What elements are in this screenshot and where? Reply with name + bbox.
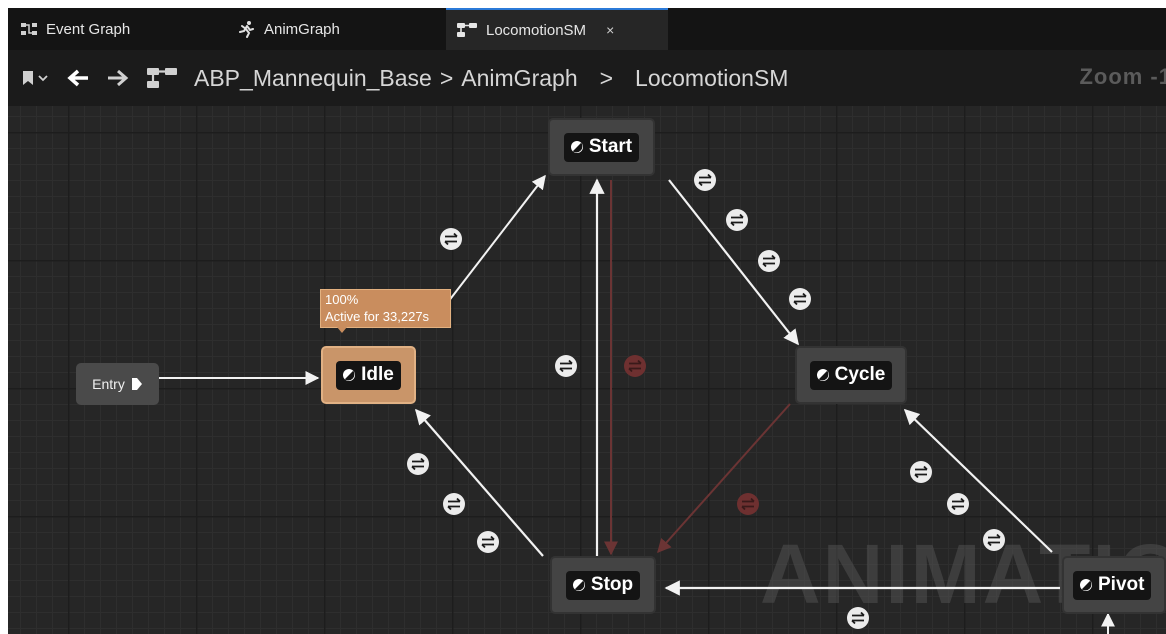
tab-label: AnimGraph <box>264 20 340 38</box>
state-label: Pivot <box>1098 573 1145 595</box>
state-label: Start <box>588 135 633 157</box>
breadcrumb: ABP_Mannequin_Base > AnimGraph > Locomot… <box>194 65 788 92</box>
transition-rule-icon[interactable] <box>693 168 717 192</box>
running-man-icon <box>239 21 254 38</box>
state-label: Stop <box>590 573 634 595</box>
state-label: Cycle <box>834 363 886 385</box>
cycle-to-stop-link <box>657 403 791 554</box>
breadcrumb-item[interactable]: AnimGraph <box>461 65 577 92</box>
transition-rule-icon[interactable] <box>406 452 430 476</box>
transition-rule-icon[interactable] <box>554 354 578 378</box>
active-duration: Active for 33,227s <box>325 309 430 324</box>
transition-rule-icon[interactable] <box>946 492 970 516</box>
transition-rule-icon[interactable] <box>788 287 812 311</box>
state-icon <box>816 368 829 381</box>
bookmark-menu-icon[interactable] <box>20 68 50 88</box>
state-node-idle[interactable]: Idle <box>321 346 416 404</box>
zoom-level: Zoom -1 <box>1079 64 1166 89</box>
back-arrow-icon[interactable] <box>66 68 90 88</box>
event-graph-icon <box>21 23 37 35</box>
close-tab-button[interactable]: × <box>606 22 614 38</box>
transition-rule-icon[interactable] <box>757 249 781 273</box>
state-node-stop[interactable]: Stop <box>550 556 656 614</box>
transition-rule-icon[interactable] <box>623 354 647 378</box>
breadcrumb-separator: > <box>599 64 614 91</box>
tab-bar: Event Graph AnimGraph LocomotionSM × <box>8 8 1166 50</box>
graph-canvas[interactable]: ANIMATION <box>8 106 1166 634</box>
state-machine-icon <box>147 68 177 88</box>
active-weight: 100% <box>325 292 359 307</box>
forward-arrow-icon[interactable] <box>106 68 130 88</box>
tab-animgraph[interactable]: AnimGraph <box>238 8 438 50</box>
state-node-start[interactable]: Start <box>548 118 655 176</box>
breadcrumb-item[interactable]: ABP_Mannequin_Base <box>194 65 432 92</box>
tab-event-graph[interactable]: Event Graph <box>18 8 218 50</box>
state-icon <box>572 578 585 591</box>
state-label: Idle <box>361 363 394 385</box>
transition-rule-icon[interactable] <box>439 227 463 251</box>
breadcrumb-item[interactable]: LocomotionSM <box>635 65 788 92</box>
tab-label: LocomotionSM <box>486 21 587 39</box>
graph-toolbar: ABP_Mannequin_Base > AnimGraph > Locomot… <box>8 50 1166 106</box>
state-icon <box>1080 578 1092 591</box>
transition-rule-icon[interactable] <box>982 528 1006 552</box>
transition-links <box>159 168 1115 634</box>
idle-to-start-link <box>447 174 546 303</box>
state-icon <box>570 140 583 153</box>
entry-node[interactable]: Entry <box>76 363 159 405</box>
tab-locomotion-sm[interactable]: LocomotionSM × <box>446 8 668 50</box>
transition-rule-icon[interactable] <box>846 606 870 630</box>
exec-pin-icon[interactable] <box>131 377 143 391</box>
state-machine-icon <box>457 23 477 37</box>
tab-label: Event Graph <box>46 20 131 38</box>
transition-rule-icon[interactable] <box>476 530 500 554</box>
state-node-pivot[interactable]: Pivot <box>1062 556 1166 614</box>
active-state-tooltip: 100% Active for 33,227s <box>320 289 451 333</box>
breadcrumb-separator: > <box>439 64 454 91</box>
stop-to-idle-link <box>414 408 544 557</box>
state-icon <box>343 368 356 381</box>
transition-rule-icon[interactable] <box>725 208 749 232</box>
state-node-cycle[interactable]: Cycle <box>795 346 907 404</box>
transition-rule-icon[interactable] <box>736 492 760 516</box>
entry-label: Entry <box>92 376 125 392</box>
editor-window: Event Graph AnimGraph LocomotionSM × ABP… <box>8 8 1166 634</box>
transition-rule-icon[interactable] <box>442 492 466 516</box>
transition-rule-icon[interactable] <box>909 460 933 484</box>
